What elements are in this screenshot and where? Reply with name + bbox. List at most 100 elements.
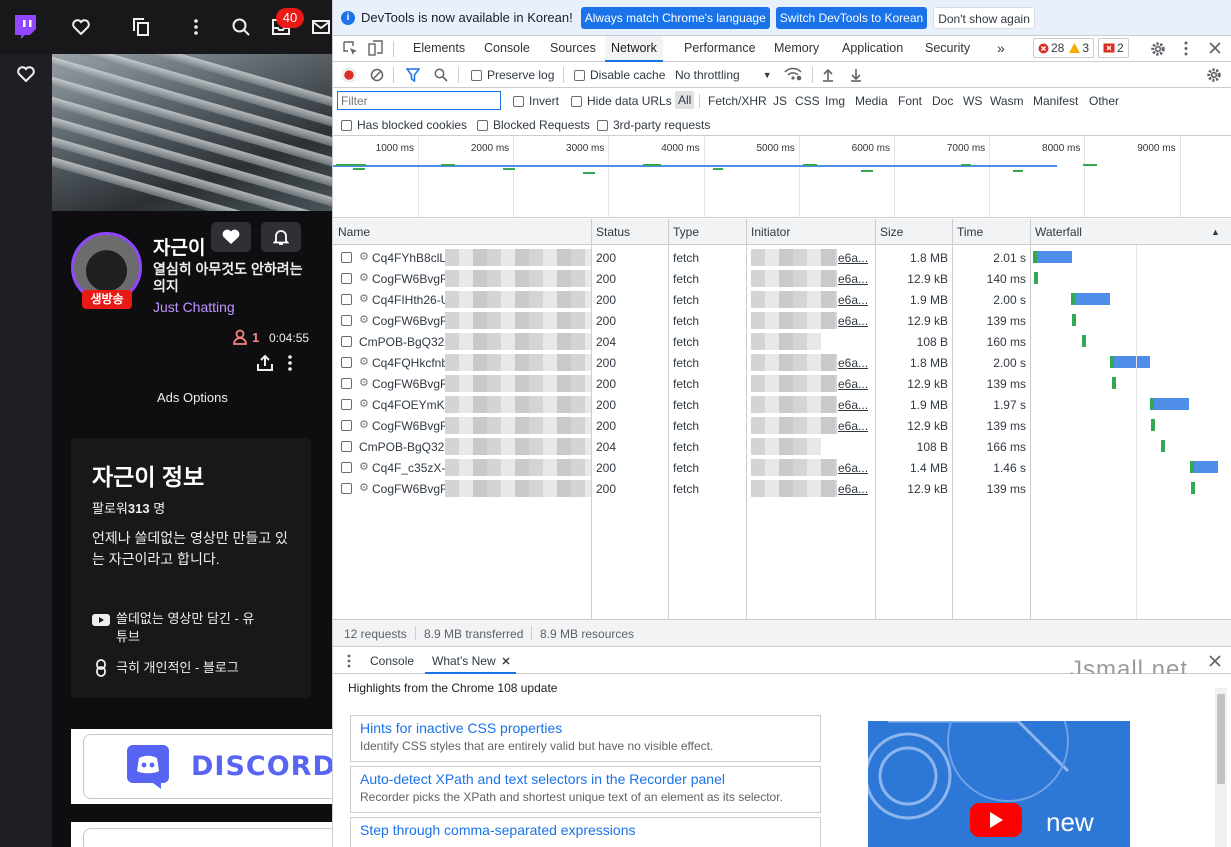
tab-application[interactable]: Application [842,36,903,62]
request-initiator[interactable]: e6a... [838,377,868,391]
table-row[interactable]: ⚙ CogFW6BvgR 200 fetch e6a... 12.9 kB 139 ms [333,310,1231,331]
settings-gear-icon[interactable] [1150,41,1166,60]
request-initiator[interactable]: e6a... [838,482,868,496]
request-name[interactable]: Cq4FYhB8clLr [372,251,445,265]
disable-cache-checkbox[interactable]: Disable cache [574,68,665,82]
twitch-logo-icon[interactable] [12,14,38,40]
follow-button[interactable] [211,222,251,252]
request-name[interactable]: Cq4FOEYmKk [372,398,445,412]
clear-icon[interactable] [370,68,384,85]
tab-performance[interactable]: Performance [684,36,756,62]
table-row[interactable]: ⚙ Cq4FOEYmKk 200 fetch e6a... 1.9 MB 1.97 s [333,394,1231,415]
inspect-element-icon[interactable] [343,41,358,59]
sort-ascending-icon[interactable]: ▲ [1211,227,1220,237]
waterfall-bar[interactable] [1161,440,1166,452]
waterfall-bar[interactable] [1072,314,1077,326]
waterfall-bar[interactable] [1082,335,1087,347]
discord-panel[interactable]: DISCORD [71,729,332,804]
heart-icon[interactable] [68,14,94,40]
export-har-icon[interactable] [850,68,862,85]
tab-console[interactable]: Console [484,36,530,62]
tab-security[interactable]: Security [925,36,970,62]
preserve-log-checkbox[interactable]: Preserve log [471,68,554,82]
tab-network[interactable]: Network [605,36,663,62]
type-filter-doc[interactable]: Doc [932,94,953,108]
request-initiator[interactable]: e6a... [838,419,868,433]
drawer-tab-console[interactable]: Console [370,654,414,668]
type-filter-js[interactable]: JS [773,94,787,108]
network-overview-timeline[interactable]: 1000 ms 2000 ms 3000 ms 4000 ms 5000 ms 6000 … [333,136,1231,218]
request-initiator[interactable]: e6a... [838,356,868,370]
request-initiator[interactable]: e6a... [838,314,868,328]
more-vertical-icon[interactable] [183,14,209,40]
search-icon[interactable] [228,14,254,40]
feature-card[interactable]: Step through comma-separated expressions [350,817,821,847]
error-warning-counter[interactable]: 28 3 [1033,38,1095,58]
has-blocked-cookies-checkbox[interactable]: Has blocked cookies [341,118,467,132]
table-row[interactable]: ⚙ Cq4FIHth26-U 200 fetch e6a... 1.9 MB 2.00 s [333,289,1231,310]
request-initiator[interactable]: e6a... [838,251,868,265]
feature-card-title[interactable]: Auto-detect XPath and text selectors in … [360,771,811,787]
request-name[interactable]: CogFW6BvgR [372,272,445,286]
notify-button[interactable] [261,222,301,252]
channel-name[interactable]: 자근이 [153,233,205,260]
tab-elements[interactable]: Elements [413,36,465,62]
youtube-link[interactable]: 쓸데없는 영상만 담긴 - 유튜브 [92,610,266,646]
ads-options-link[interactable]: Ads Options [157,390,228,405]
table-row[interactable]: ⚙ CogFW6BvgR 200 fetch e6a... 12.9 kB 139 ms [333,478,1231,499]
type-filter-manifest[interactable]: Manifest [1033,94,1078,108]
type-filter-media[interactable]: Media [855,94,888,108]
drawer-tab-whats-new[interactable]: What's New [425,647,516,674]
release-video-thumbnail[interactable]: new [868,721,1130,847]
table-row[interactable]: ⚙ Cq4FQHkcfnb 200 fetch e6a... 1.8 MB 2.00 s [333,352,1231,373]
close-tab-icon[interactable] [502,657,510,665]
request-name[interactable]: Cq4FQHkcfnb [372,356,445,370]
column-header-type[interactable]: Type [673,225,699,239]
table-row[interactable]: CmPOB-BgQ32e 204 fetch 108 B 160 ms [333,331,1231,352]
column-header-waterfall[interactable]: Waterfall [1035,225,1082,239]
drawer-scrollbar-thumb[interactable] [1217,694,1225,784]
blocked-requests-checkbox[interactable]: Blocked Requests [477,118,590,132]
drawer-menu-icon[interactable] [347,654,351,671]
request-name[interactable]: CogFW6BvgR [372,314,445,328]
channel-more-icon[interactable] [288,354,292,377]
column-header-time[interactable]: Time [957,225,983,239]
feature-card[interactable]: Auto-detect XPath and text selectors in … [350,766,821,813]
third-party-requests-checkbox[interactable]: 3rd-party requests [597,118,710,132]
close-drawer-icon[interactable] [1209,655,1221,670]
throttling-select[interactable]: No throttling ▼ [675,68,772,82]
type-filter-wasm[interactable]: Wasm [990,94,1024,108]
table-row[interactable]: ⚙ Cq4FYhB8clLr 200 fetch e6a... 1.8 MB 2.01 s [333,247,1231,268]
waterfall-bar[interactable] [1190,482,1195,494]
request-name[interactable]: Cq4FIHth26-U [372,293,445,307]
waterfall-bar[interactable] [1110,356,1150,368]
more-tabs-button[interactable]: » [997,36,1005,62]
request-name[interactable]: CogFW6BvgR [372,482,445,496]
column-header-initiator[interactable]: Initiator [751,225,790,239]
issues-counter[interactable]: 2 [1098,38,1129,58]
search-icon[interactable] [434,68,448,85]
request-name[interactable]: CogFW6BvgR [372,419,445,433]
request-name[interactable]: CmPOB-BgQ32e [359,335,445,349]
request-initiator[interactable]: e6a... [838,272,868,286]
feature-card-title[interactable]: Step through comma-separated expressions [360,822,811,838]
stream-category-link[interactable]: Just Chatting [153,299,235,315]
table-row[interactable]: ⚙ Cq4F_c35zX-k 200 fetch e6a... 1.4 MB 1.46 s [333,457,1231,478]
filter-input[interactable] [337,91,501,110]
type-filter-css[interactable]: CSS [795,94,820,108]
feature-card-title[interactable]: Hints for inactive CSS properties [360,720,811,736]
tab-memory[interactable]: Memory [774,36,819,62]
column-header-status[interactable]: Status [596,225,630,239]
table-row[interactable]: ⚙ CogFW6BvgR 200 fetch e6a... 12.9 kB 139 ms [333,373,1231,394]
network-settings-gear-icon[interactable] [1206,67,1222,86]
request-initiator[interactable]: e6a... [838,461,868,475]
table-row[interactable]: CmPOB-BgQ32e 204 fetch 108 B 166 ms [333,436,1231,457]
waterfall-bar[interactable] [1151,419,1156,431]
customize-more-icon[interactable] [1184,41,1188,59]
column-header-name[interactable]: Name [338,225,370,239]
request-initiator[interactable]: e6a... [838,293,868,307]
issues-counters[interactable]: 28 3 2 [1033,38,1129,58]
table-row[interactable]: ⚙ CogFW6BvgR 200 fetch e6a... 12.9 kB 140 ms [333,268,1231,289]
feature-card[interactable]: Hints for inactive CSS properties Identi… [350,715,821,762]
share-icon[interactable] [256,354,274,377]
